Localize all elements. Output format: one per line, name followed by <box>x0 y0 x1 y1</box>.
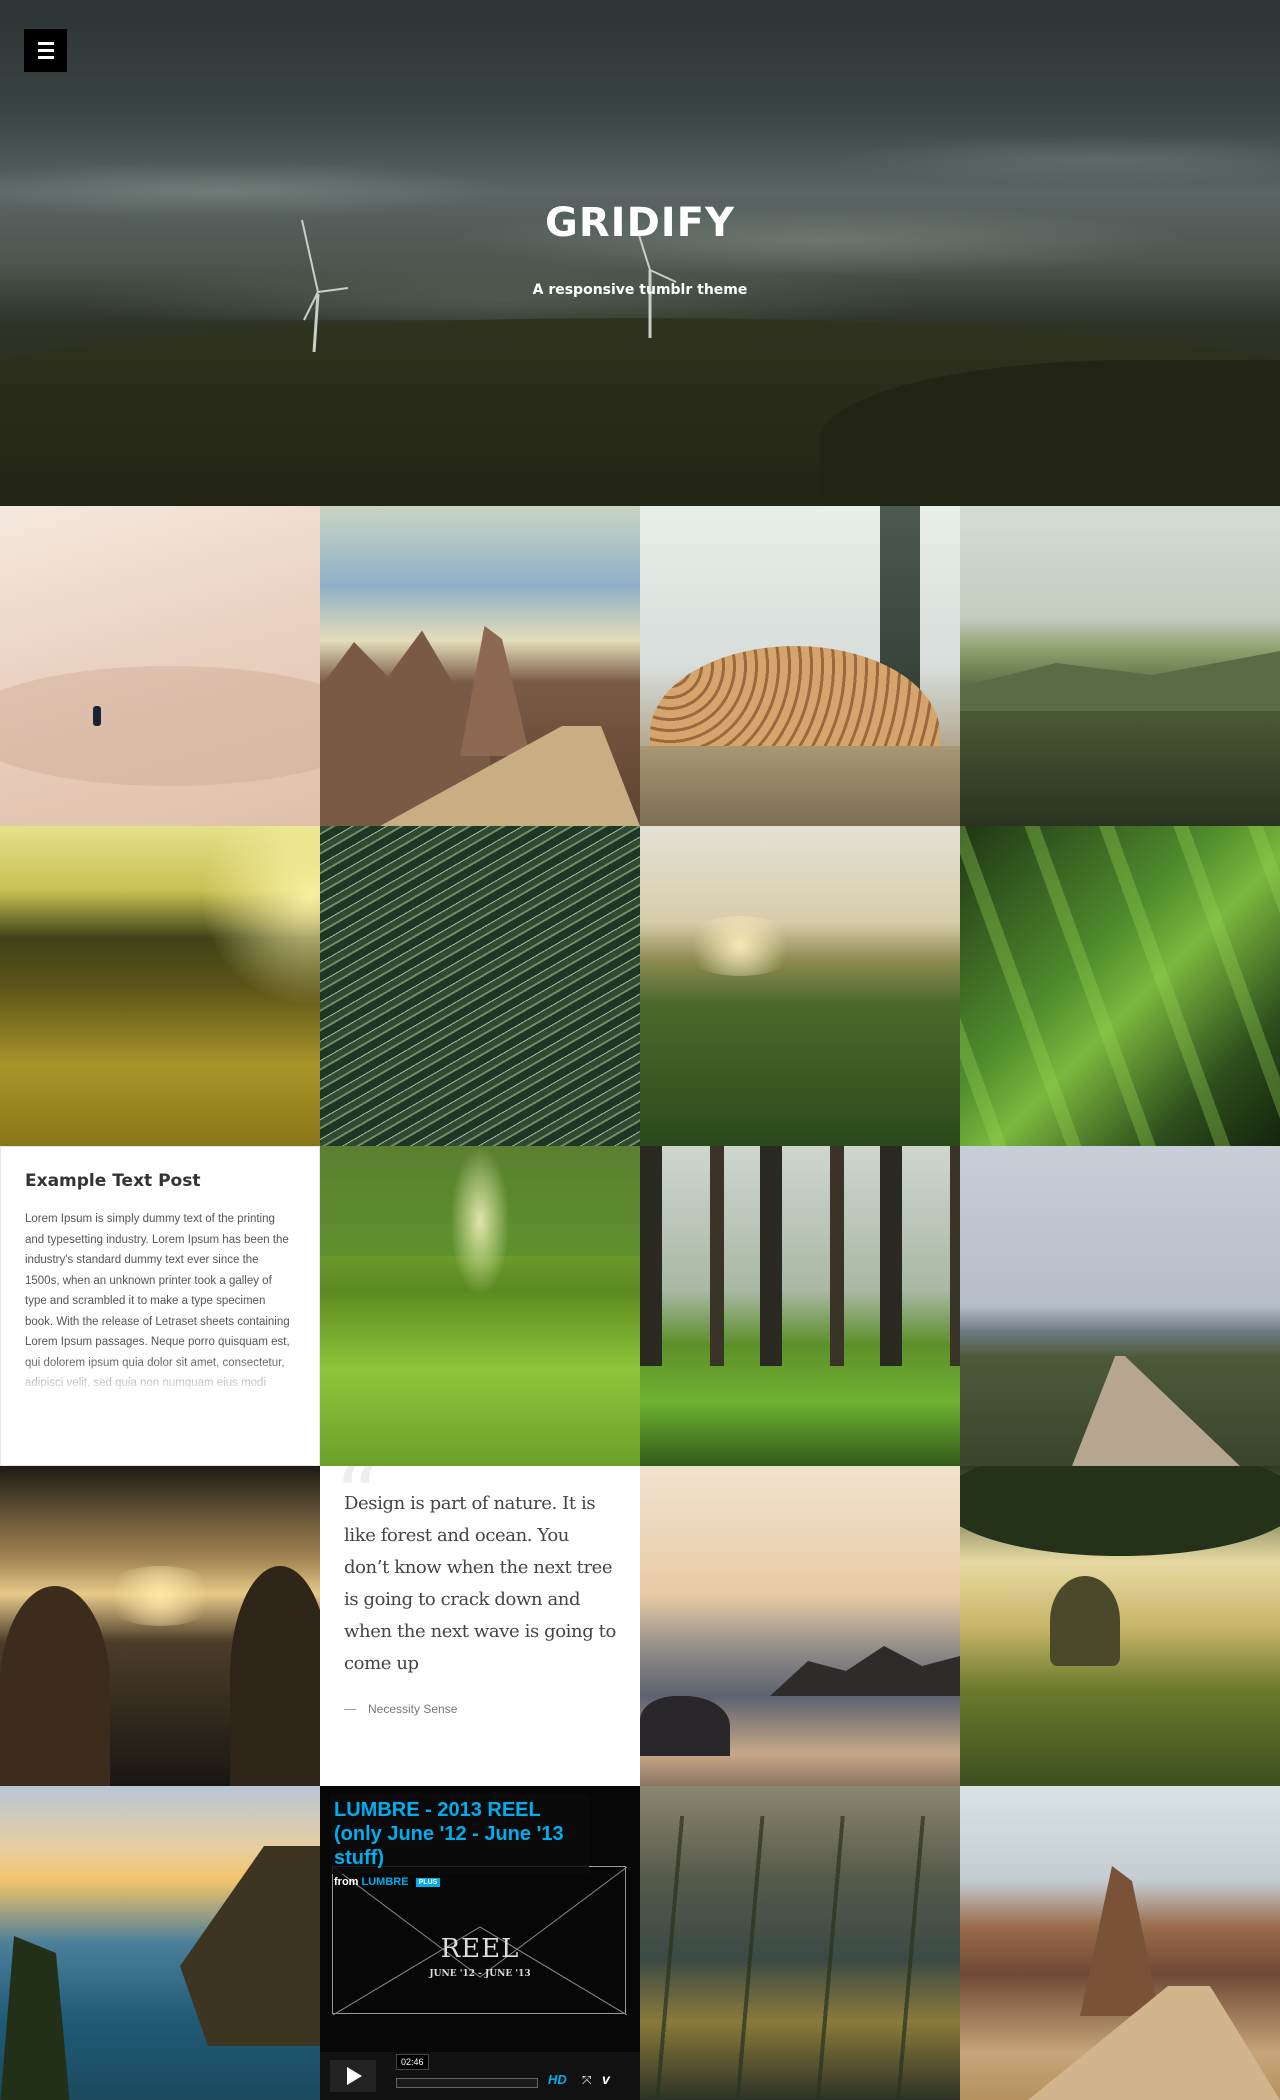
leaf-blades <box>960 826 1280 1146</box>
quote-source-label: Necessity Sense <box>368 1702 458 1716</box>
photo-post-wild-flowers[interactable] <box>640 1786 960 2100</box>
video-post[interactable]: LUMBRE - 2013 REEL (only June '12 - June… <box>320 1786 640 2100</box>
photo-post-desert-dunes[interactable] <box>0 506 320 826</box>
sun-glow <box>200 826 320 1006</box>
photo-post-beach-rocks[interactable] <box>640 1466 960 1786</box>
dirt-road <box>1072 1356 1240 1466</box>
post-grid: Example Text Post Lorem Ipsum is simply … <box>0 506 1280 2100</box>
quote-post[interactable]: “ Design is part of nature. It is like f… <box>320 1466 640 1786</box>
reel-dates: JUNE '12 - JUNE '13 <box>429 1969 531 1979</box>
photo-post-sunlit-lawn[interactable] <box>320 1146 640 1466</box>
pilot-right <box>230 1566 320 1786</box>
photo-post-green-leaves[interactable] <box>960 826 1280 1146</box>
cliff-face <box>960 651 1280 711</box>
video-progress-bar[interactable] <box>396 2078 538 2088</box>
setting-sun <box>680 916 800 976</box>
video-controls: 02:46 HD ⤧ v <box>320 2052 640 2100</box>
quote-text: Design is part of nature. It is like for… <box>344 1493 616 1674</box>
walking-person <box>93 706 101 726</box>
sea-rocks <box>770 1646 960 1696</box>
video-channel-link[interactable]: LUMBRE <box>362 1876 409 1888</box>
quote-dash <box>344 1709 356 1711</box>
hero-header: GRIDIFY A responsive tumblr theme <box>0 0 1280 506</box>
text-post-body: Lorem Ipsum is simply dummy text of the … <box>25 1213 290 1389</box>
site-description: A responsive tumblr theme <box>532 282 748 298</box>
hamburger-menu-icon <box>37 42 54 45</box>
tree-canopy <box>960 1466 1280 1556</box>
photo-post-oak-tree-meadow[interactable] <box>960 1466 1280 1786</box>
video-from-label: from <box>334 1876 359 1888</box>
rock-spire <box>460 626 530 756</box>
rock-spire <box>1080 1866 1160 2016</box>
windshield-sun <box>100 1566 220 1626</box>
dry-grass <box>640 746 960 826</box>
plus-badge: PLUS <box>415 1877 441 1887</box>
video-title[interactable]: LUMBRE - 2013 REEL (only June '12 - June… <box>330 1794 589 1874</box>
cliff-silhouette <box>180 1846 320 2046</box>
quote-source: Necessity Sense <box>344 1702 618 1716</box>
photo-post-golden-field[interactable] <box>0 826 320 1146</box>
photo-post-canyon-road[interactable] <box>960 1786 1280 2100</box>
photo-post-grass-blades[interactable] <box>320 826 640 1146</box>
play-button[interactable] <box>330 2060 376 2092</box>
video-byline[interactable]: from LUMBRE PLUS <box>334 1876 441 1888</box>
video-duration: 02:46 <box>396 2054 429 2070</box>
hamburger-menu-icon-bar <box>37 56 54 59</box>
reel-text: REEL <box>440 1934 520 1964</box>
tree-trunks <box>640 1146 960 1366</box>
site-title[interactable]: GRIDIFY <box>0 200 1280 246</box>
text-post-title[interactable]: Example Text Post <box>25 1171 295 1191</box>
hd-toggle[interactable]: HD <box>548 2072 567 2087</box>
dune-shadow <box>0 666 320 786</box>
pilot-left <box>0 1586 110 1786</box>
photo-post-rock-canyon-road[interactable] <box>320 506 640 826</box>
hamburger-menu-icon-bar <box>37 49 54 52</box>
sun-beam <box>450 1146 510 1296</box>
vimeo-logo-icon[interactable]: v <box>602 2071 610 2087</box>
fullscreen-icon[interactable]: ⤧ <box>582 2073 592 2088</box>
photo-post-coast-sunset[interactable] <box>0 1786 320 2100</box>
photo-post-sunset-meadow[interactable] <box>640 826 960 1146</box>
photo-post-forest-shadows[interactable] <box>640 1146 960 1466</box>
flower-stems <box>640 1816 960 2100</box>
photo-post-cockpit-pilots[interactable] <box>0 1466 320 1786</box>
photo-post-dirt-road[interactable] <box>960 1146 1280 1466</box>
foreground-rock <box>640 1696 730 1756</box>
foreground-tree <box>0 1936 70 2100</box>
photo-post-coastal-cliff[interactable] <box>960 506 1280 826</box>
menu-button[interactable] <box>24 29 67 72</box>
photo-post-log-pile-fog[interactable] <box>640 506 960 826</box>
oak-tree <box>1050 1576 1120 1666</box>
text-post[interactable]: Example Text Post Lorem Ipsum is simply … <box>0 1146 320 1466</box>
